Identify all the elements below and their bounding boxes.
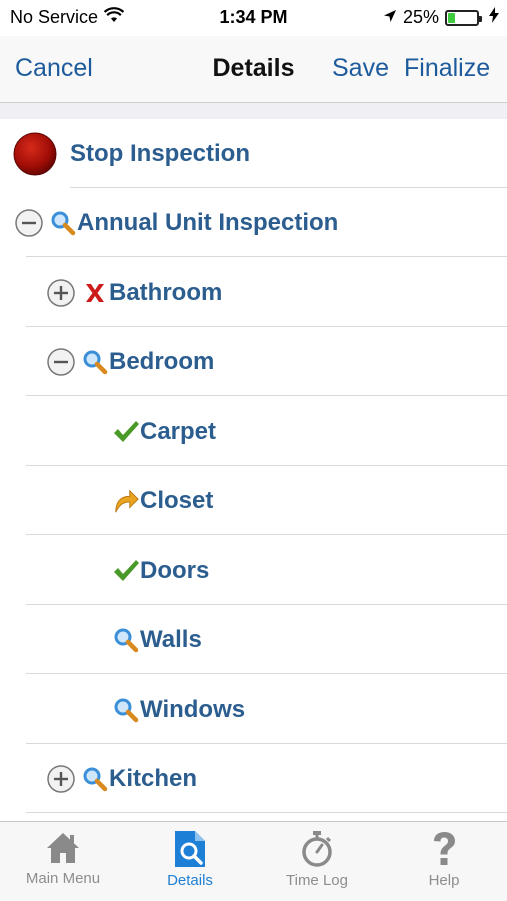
status-bar: No Service 1:34 PM 25%: [0, 0, 507, 36]
tree-item-label: Walls: [140, 625, 202, 653]
tree-row-walls[interactable]: Walls: [0, 605, 507, 674]
expand-plus-icon[interactable]: [47, 278, 75, 307]
tab-time-log[interactable]: Time Log: [254, 822, 380, 901]
tree-item-label: Bedroom: [109, 347, 215, 375]
tree-item-label: Kitchen: [109, 764, 198, 792]
tab-main-menu[interactable]: Main Menu: [0, 822, 126, 901]
document-search-icon: [175, 831, 205, 867]
tree-item-label: Annual Unit Inspection: [77, 208, 339, 236]
tree-row-annual-unit-inspection[interactable]: Annual Unit Inspection: [0, 188, 507, 257]
curved-arrow-icon: [112, 487, 140, 515]
search-icon: [112, 696, 140, 724]
checkmark-icon: [112, 557, 140, 585]
search-icon: [81, 348, 109, 376]
tree-row-doors[interactable]: Doors: [0, 536, 507, 605]
battery-icon: [445, 9, 482, 26]
home-icon: [47, 833, 79, 863]
search-icon: [81, 765, 109, 793]
tree-item-label: Doors: [140, 556, 210, 584]
stop-inspection-label: Stop Inspection: [70, 139, 250, 167]
tree-item-label: Windows: [140, 695, 246, 723]
tab-help[interactable]: Help: [381, 822, 507, 901]
location-arrow-icon: [383, 7, 397, 28]
search-icon: [49, 209, 77, 237]
tab-label: Help: [428, 872, 460, 889]
checkmark-icon: [112, 418, 140, 446]
tree-item-label: Carpet: [140, 417, 217, 445]
tree-row-carpet[interactable]: Carpet: [0, 397, 507, 466]
tab-bar: Main Menu Details Time Log Help: [0, 821, 507, 901]
navigation-bar: Cancel Details Save Finalize: [0, 36, 507, 103]
tree-row-closet[interactable]: Closet: [0, 466, 507, 535]
tree-item-label: Closet: [140, 486, 214, 514]
tab-label: Main Menu: [25, 870, 101, 887]
finalize-button[interactable]: Finalize: [404, 54, 490, 83]
tree-row-bedroom[interactable]: Bedroom: [0, 327, 507, 396]
search-icon: [112, 626, 140, 654]
cancel-button[interactable]: Cancel: [15, 54, 93, 83]
tree-row-bathroom[interactable]: Bathroom: [0, 258, 507, 327]
stop-button-icon[interactable]: [13, 132, 57, 176]
collapse-minus-icon[interactable]: [15, 208, 43, 237]
x-mark-icon: [81, 279, 109, 307]
save-button[interactable]: Save: [332, 54, 389, 83]
tree-row-windows[interactable]: Windows: [0, 675, 507, 744]
tree-row-kitchen[interactable]: Kitchen: [0, 744, 507, 813]
tab-label: Time Log: [286, 872, 348, 889]
section-gap: [0, 103, 507, 119]
question-icon: [434, 832, 455, 865]
battery-percent: 25%: [402, 7, 439, 27]
tab-details[interactable]: Details: [127, 822, 253, 901]
stopwatch-icon: [302, 831, 332, 867]
charging-bolt-icon: [489, 7, 499, 28]
stop-inspection-row[interactable]: Stop Inspection: [0, 119, 507, 188]
tree-item-label: Bathroom: [109, 278, 223, 306]
tab-label: Details: [167, 872, 213, 889]
collapse-minus-icon[interactable]: [47, 347, 75, 376]
expand-plus-icon[interactable]: [47, 764, 75, 793]
inspection-tree[interactable]: Stop Inspection Annual Unit Inspection B…: [0, 119, 507, 821]
